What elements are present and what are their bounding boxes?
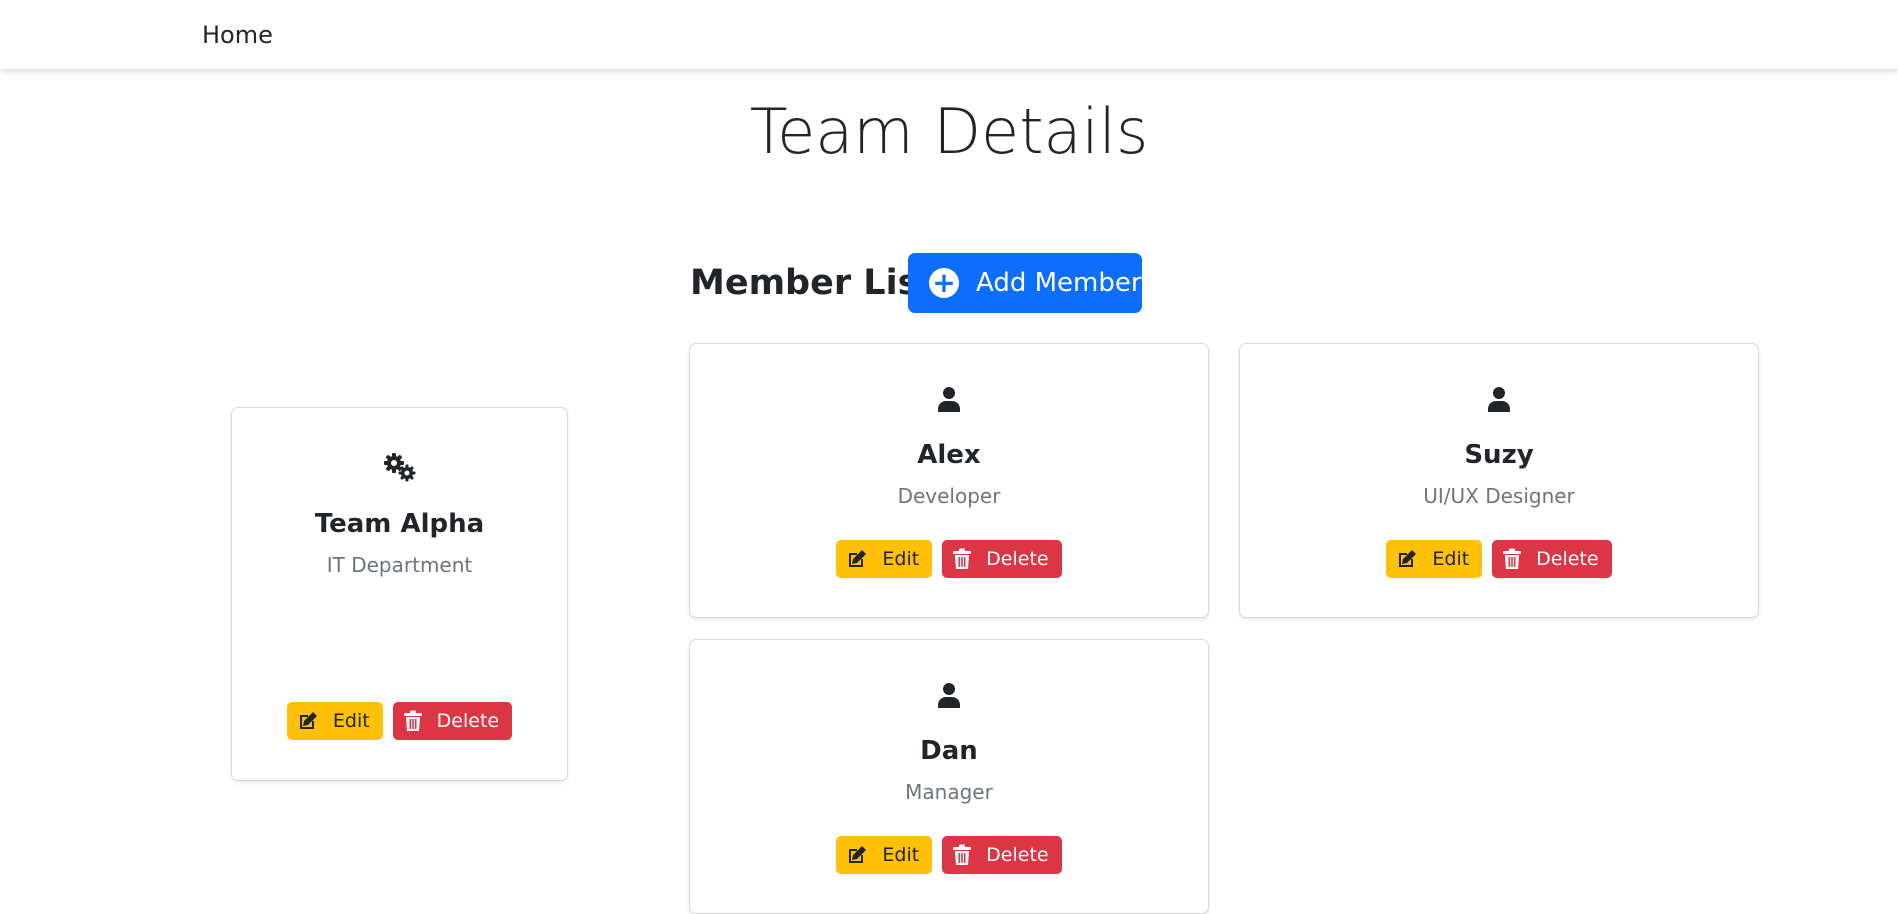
member-name: Suzy xyxy=(1464,440,1534,470)
delete-label: Delete xyxy=(986,548,1049,570)
edit-icon xyxy=(849,550,867,567)
member-list-title: Member List xyxy=(690,263,936,303)
member-delete-button[interactable]: Delete xyxy=(942,540,1062,578)
add-member-button[interactable]: + Add Member xyxy=(908,253,1142,313)
edit-icon xyxy=(1399,550,1417,567)
member-edit-button[interactable]: Edit xyxy=(836,836,933,874)
user-icon xyxy=(1240,386,1758,412)
member-edit-button[interactable]: Edit xyxy=(1386,540,1483,578)
team-department: IT Department xyxy=(326,553,473,577)
team-edit-button[interactable]: Edit xyxy=(286,702,383,740)
member-name: Dan xyxy=(920,736,978,766)
delete-label: Delete xyxy=(986,844,1049,866)
trash-icon xyxy=(953,844,972,865)
delete-label: Delete xyxy=(436,710,500,732)
nav-home-link[interactable]: Home xyxy=(202,21,273,49)
edit-label: Edit xyxy=(882,548,920,570)
add-member-label: Add Member xyxy=(976,268,1142,298)
edit-label: Edit xyxy=(1432,548,1470,570)
user-icon xyxy=(690,386,1208,412)
edit-icon xyxy=(849,846,867,863)
member-edit-button[interactable]: Edit xyxy=(836,540,933,578)
edit-label: Edit xyxy=(882,844,920,866)
member-card: Suzy UI/UX Designer Edit Delete xyxy=(1239,343,1759,618)
gears-icon xyxy=(232,452,567,482)
member-delete-button[interactable]: Delete xyxy=(942,836,1062,874)
trash-icon xyxy=(1503,548,1522,569)
edit-icon xyxy=(299,712,317,729)
member-name: Alex xyxy=(917,440,981,470)
team-name: Team Alpha xyxy=(314,509,485,539)
user-icon xyxy=(690,682,1208,708)
team-card: Team Alpha IT Department Edit Delete xyxy=(231,407,568,781)
navbar: Home xyxy=(0,0,1898,70)
plus-circle-icon: + xyxy=(929,268,959,298)
member-card: Alex Developer Edit Delete xyxy=(689,343,1209,618)
member-card: Dan Manager Edit Delete xyxy=(689,639,1209,914)
delete-label: Delete xyxy=(1536,548,1599,570)
team-delete-button[interactable]: Delete xyxy=(392,702,513,740)
trash-icon xyxy=(403,710,422,731)
member-role: UI/UX Designer xyxy=(1423,484,1575,508)
page-title: Team Details xyxy=(749,95,1149,168)
edit-label: Edit xyxy=(332,710,370,732)
member-role: Developer xyxy=(897,484,1001,508)
member-role: Manager xyxy=(905,780,993,804)
trash-icon xyxy=(953,548,972,569)
member-delete-button[interactable]: Delete xyxy=(1492,540,1612,578)
